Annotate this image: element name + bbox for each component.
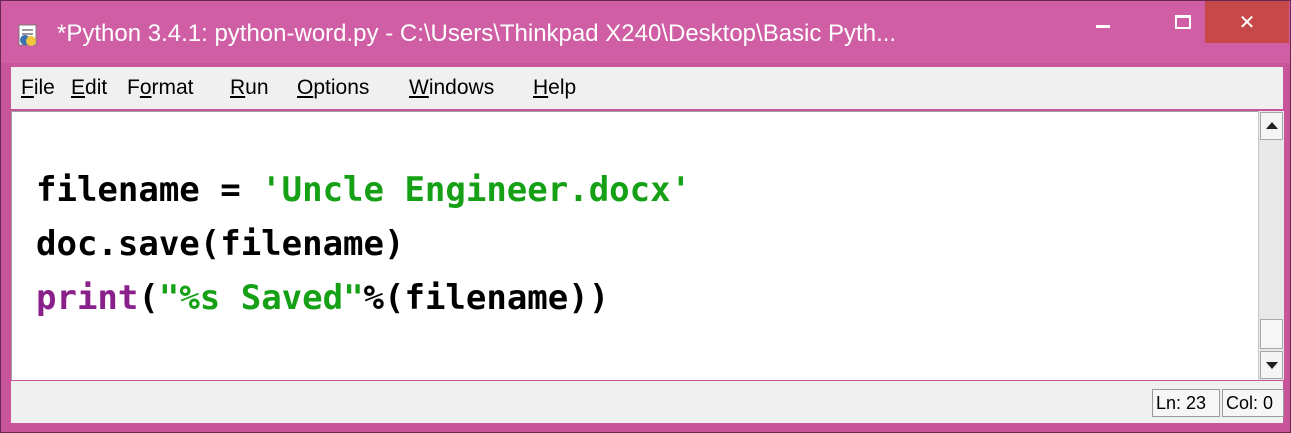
close-icon: ✕ [1238,10,1256,34]
code-paren: ( [138,278,159,318]
menu-run-rest: un [245,76,269,99]
menu-help-rest: elp [548,76,577,99]
menu-options-mnemonic: O [297,76,314,99]
status-bar: Ln: 23 Col: 0 [11,381,1284,423]
menu-format-rest: rmat [151,76,194,99]
scroll-up-button[interactable] [1260,112,1283,140]
maximize-icon [1175,15,1191,29]
vertical-scrollbar[interactable] [1258,111,1284,380]
column-number-indicator: Col: 0 [1222,389,1284,417]
menu-run[interactable]: Run [230,75,269,101]
scroll-down-button[interactable] [1260,351,1283,379]
code-line-3[interactable]: print("%s Saved"%(filename)) [36,276,609,320]
menu-edit-mnemonic: E [71,76,86,99]
menu-windows-rest: indows [428,76,495,99]
arrow-down-icon [1266,362,1278,369]
arrow-up-icon [1266,122,1278,129]
menu-windows[interactable]: Windows [409,75,494,101]
code-statement: doc.save(filename) [36,224,405,264]
menu-file[interactable]: File [21,75,55,101]
menu-run-mnemonic: R [230,76,246,99]
code-string-literal: "%s Saved" [158,278,364,318]
minimize-icon [1096,24,1110,28]
menu-format-mnemonic: o [139,76,152,99]
menu-bar: File Edit Format Run Options Windows Hel… [11,67,1283,109]
menu-help[interactable]: Help [533,75,576,101]
minimize-button[interactable] [1081,1,1125,43]
window-title: *Python 3.4.1: python-word.py - C:\Users… [57,20,897,47]
code-line-2[interactable]: doc.save(filename) [36,222,404,266]
menu-help-mnemonic: H [533,76,549,99]
maximize-button[interactable] [1161,1,1205,43]
menu-options-rest: ptions [313,76,370,99]
code-string-literal: 'Uncle Engineer.docx' [261,170,692,210]
line-number-indicator: Ln: 23 [1152,389,1220,417]
title-bar[interactable]: *Python 3.4.1: python-word.py - C:\Users… [1,1,1290,63]
menu-windows-mnemonic: W [409,76,429,99]
menu-file-rest: ile [33,76,55,99]
menu-format-pre: F [127,76,140,99]
code-editor[interactable]: filename = 'Uncle Engineer.docx' doc.sav… [11,111,1258,380]
menu-format[interactable]: Format [127,75,194,101]
close-button[interactable]: ✕ [1205,1,1289,43]
menu-options[interactable]: Options [297,75,369,101]
menu-edit-rest: dit [85,76,108,99]
code-variable-assign: filename = [36,170,262,210]
code-builtin-keyword: print [36,278,139,318]
code-format-expression: %(filename)) [363,278,610,318]
scroll-thumb[interactable] [1260,319,1283,349]
menu-edit[interactable]: Edit [71,75,107,101]
python-idle-icon[interactable] [16,23,42,47]
menu-file-mnemonic: F [21,76,34,99]
idle-editor-window: *Python 3.4.1: python-word.py - C:\Users… [0,0,1291,433]
code-line-1[interactable]: filename = 'Uncle Engineer.docx' [36,168,691,212]
